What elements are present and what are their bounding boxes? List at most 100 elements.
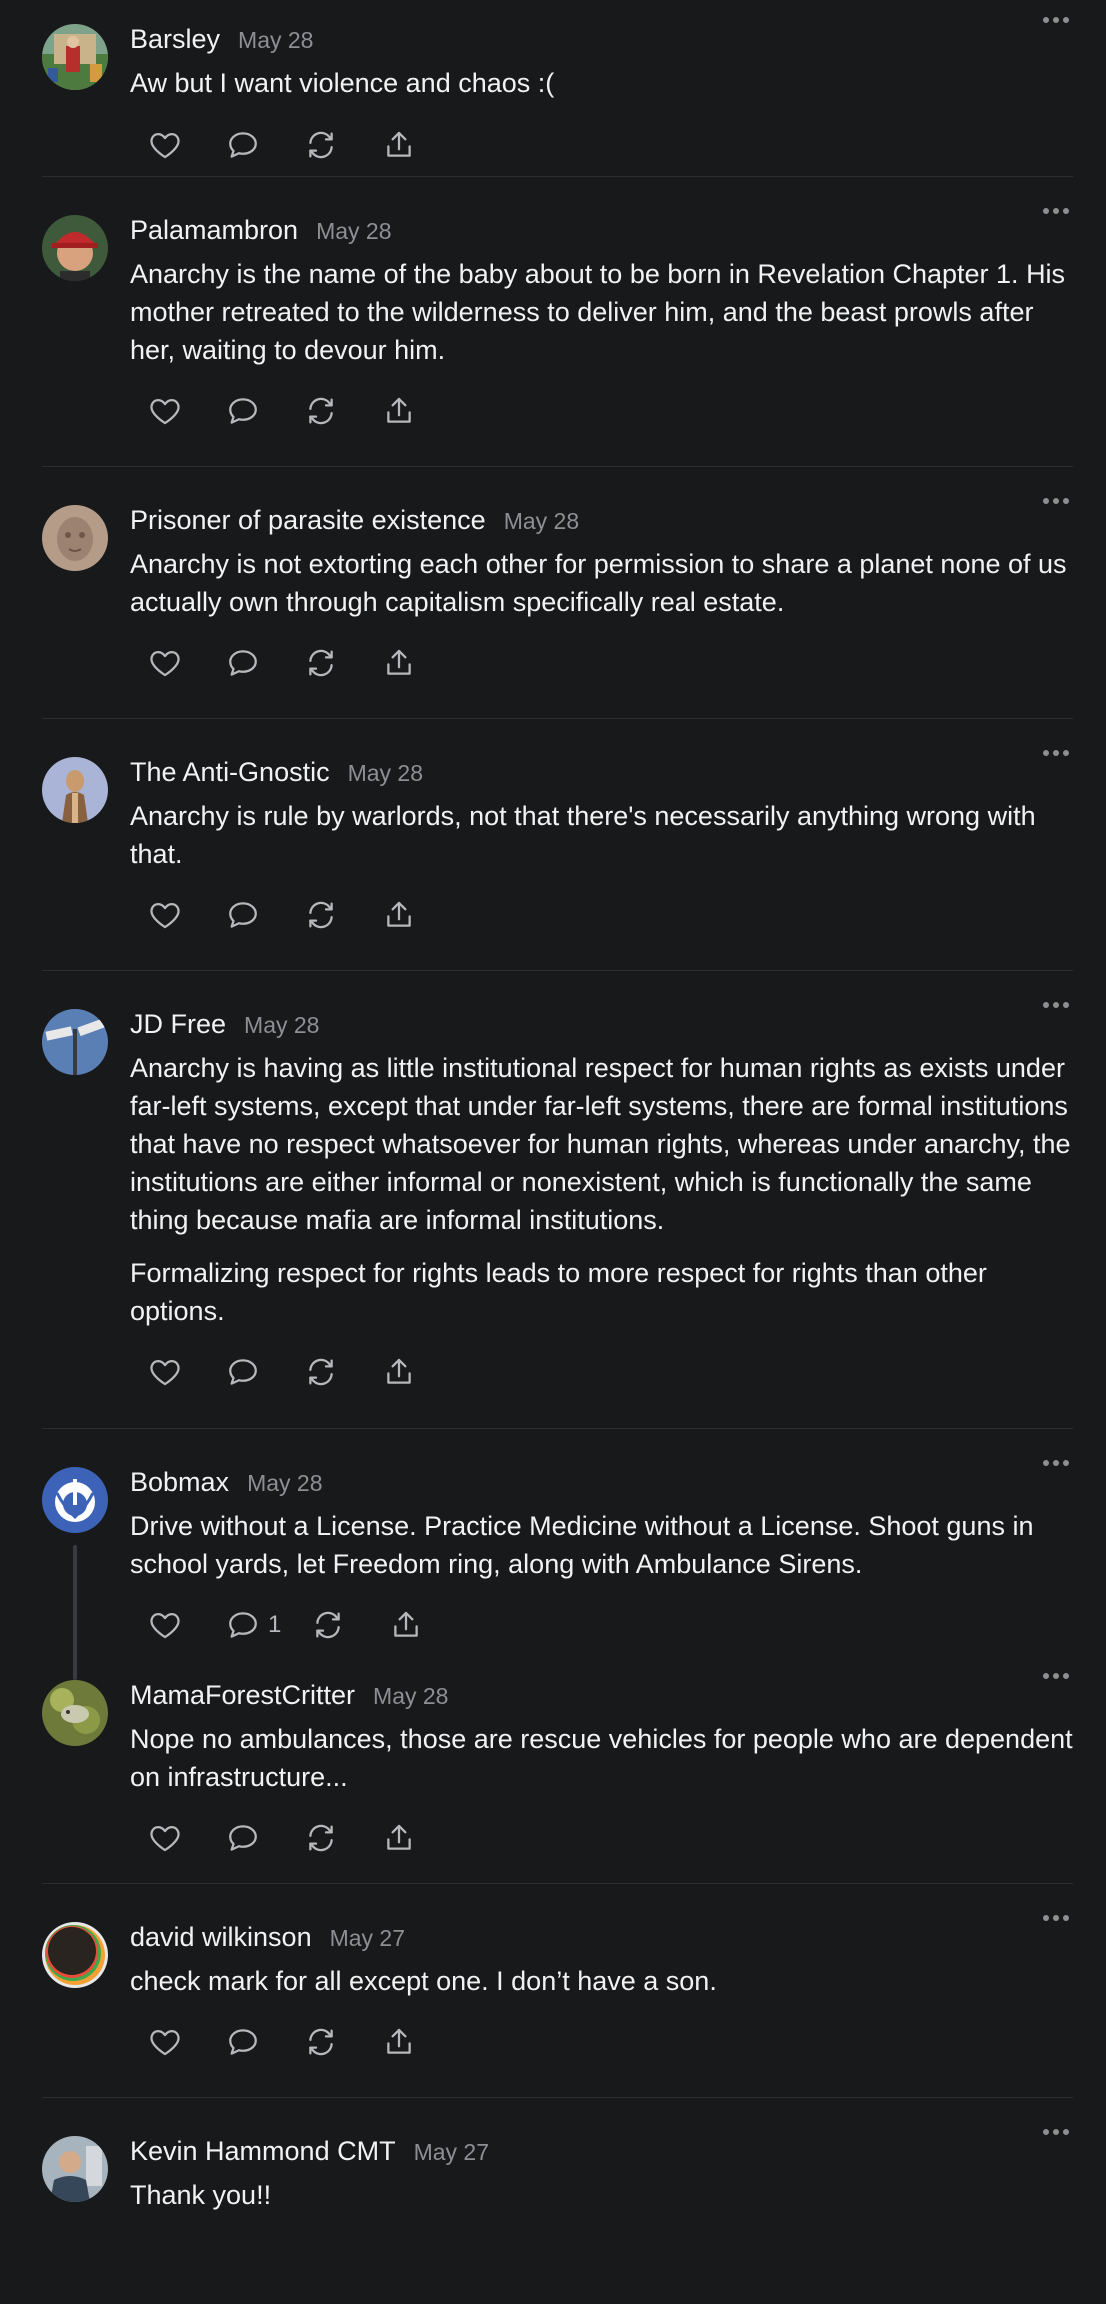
restack-icon [316, 1611, 341, 1639]
avatar[interactable] [42, 24, 108, 90]
share-button[interactable] [382, 646, 416, 680]
comment-text: Drive without a License. Practice Medici… [130, 1507, 1073, 1583]
more-options-icon[interactable] [1043, 16, 1069, 24]
more-options-icon[interactable] [1043, 1001, 1069, 1009]
comment: Barsley May 28 Aw but I want violence an… [42, 0, 1073, 177]
comment-actions [130, 125, 1073, 165]
avatar[interactable] [42, 505, 108, 571]
heart-icon [150, 1359, 180, 1386]
heart-icon [150, 1612, 180, 1639]
more-options-icon[interactable] [1043, 207, 1069, 215]
share-icon [387, 2028, 411, 2054]
author-name[interactable]: Bobmax [130, 1467, 229, 1498]
reply-button[interactable] [226, 2025, 260, 2059]
comment-paragraph: Formalizing respect for rights leads to … [130, 1258, 987, 1326]
author-name[interactable]: Prisoner of parasite existence [130, 505, 486, 536]
restack-icon [309, 1824, 333, 1852]
share-button[interactable] [382, 1821, 416, 1855]
more-options-icon[interactable] [1043, 1914, 1069, 1922]
reply-button[interactable] [226, 1355, 260, 1389]
comment-paragraph: Anarchy is having as little institutiona… [130, 1053, 1071, 1235]
share-button[interactable] [389, 1608, 423, 1642]
comment-date[interactable]: May 28 [348, 760, 423, 787]
more-options-icon[interactable] [1043, 497, 1069, 505]
author-name[interactable]: MamaForestCritter [130, 1680, 355, 1711]
comment-text: check mark for all except one. I don’t h… [130, 1962, 1073, 2000]
avatar[interactable] [42, 1009, 108, 1075]
restack-button[interactable] [311, 1608, 345, 1642]
like-button[interactable] [148, 646, 182, 680]
like-button[interactable] [148, 2025, 182, 2059]
comment-actions [130, 895, 1073, 935]
avatar[interactable] [42, 1467, 108, 1533]
restack-button[interactable] [304, 1821, 338, 1855]
comment-actions [130, 391, 1073, 431]
reply-button[interactable] [226, 1821, 260, 1855]
comment-date[interactable]: May 28 [238, 27, 313, 54]
comment-actions [130, 643, 1073, 683]
author-name[interactable]: david wilkinson [130, 1922, 312, 1953]
speech-bubble-icon [229, 2029, 257, 2055]
share-button[interactable] [382, 1355, 416, 1389]
comment-date[interactable]: May 27 [414, 2139, 489, 2166]
reply-button[interactable] [226, 898, 260, 932]
share-button[interactable] [382, 128, 416, 162]
share-button[interactable] [382, 394, 416, 428]
more-options-icon[interactable] [1043, 1459, 1069, 1467]
comment-text: Nope no ambulances, those are rescue veh… [130, 1720, 1073, 1796]
like-button[interactable] [148, 394, 182, 428]
speech-bubble-icon [229, 132, 257, 158]
author-name[interactable]: Kevin Hammond CMT [130, 2136, 396, 2167]
like-button[interactable] [148, 1355, 182, 1389]
restack-button[interactable] [304, 128, 338, 162]
comment-paragraph: Aw but I want violence and chaos :( [130, 68, 555, 98]
author-name[interactable]: Palamambron [130, 215, 298, 246]
like-button[interactable] [148, 1821, 182, 1855]
heart-icon [150, 902, 180, 929]
author-name[interactable]: The Anti-Gnostic [130, 757, 330, 788]
comment-paragraph: Nope no ambulances, those are rescue veh… [130, 1724, 1073, 1792]
reply-button[interactable]: 1 [226, 1608, 281, 1642]
restack-button[interactable] [304, 1355, 338, 1389]
comment: Kevin Hammond CMT May 27 Thank you!! [42, 2098, 1073, 2304]
speech-bubble-icon [229, 902, 257, 928]
comment-date[interactable]: May 27 [330, 1925, 405, 1952]
share-button[interactable] [382, 898, 416, 932]
reply-button[interactable] [226, 394, 260, 428]
share-icon [394, 1611, 419, 1637]
more-options-icon[interactable] [1043, 749, 1069, 757]
comment-date[interactable]: May 28 [316, 218, 391, 245]
more-options-icon[interactable] [1043, 1672, 1069, 1680]
avatar[interactable] [42, 757, 108, 823]
restack-icon [309, 649, 333, 677]
like-button[interactable] [148, 898, 182, 932]
heart-icon [150, 1825, 180, 1852]
share-button[interactable] [382, 2025, 416, 2059]
reply-button[interactable] [226, 128, 260, 162]
like-button[interactable] [148, 1608, 182, 1642]
avatar[interactable] [42, 215, 108, 281]
comment: david wilkinson May 27 check mark for al… [42, 1884, 1073, 2098]
author-name[interactable]: Barsley [130, 24, 220, 55]
avatar[interactable] [42, 1680, 108, 1746]
avatar[interactable] [42, 2136, 108, 2202]
comment-date[interactable]: May 28 [373, 1683, 448, 1710]
reply-button[interactable] [226, 646, 260, 680]
restack-button[interactable] [304, 394, 338, 428]
comment-paragraph: Thank you!! [130, 2180, 272, 2210]
comment-date[interactable]: May 28 [504, 508, 579, 535]
comment: MamaForestCritter May 28 Nope no ambulan… [42, 1673, 1073, 1884]
restack-button[interactable] [304, 2025, 338, 2059]
more-options-icon[interactable] [1043, 2128, 1069, 2136]
author-name[interactable]: JD Free [130, 1009, 226, 1040]
share-icon [387, 1824, 411, 1850]
comment-date[interactable]: May 28 [244, 1012, 319, 1039]
comment-header: Bobmax May 28 [130, 1467, 1073, 1507]
restack-icon [309, 1358, 333, 1386]
comment-date[interactable]: May 28 [247, 1470, 322, 1497]
restack-button[interactable] [304, 898, 338, 932]
avatar[interactable] [42, 1922, 108, 1988]
restack-button[interactable] [304, 646, 338, 680]
comment-header: Prisoner of parasite existence May 28 [130, 505, 1073, 545]
like-button[interactable] [148, 128, 182, 162]
